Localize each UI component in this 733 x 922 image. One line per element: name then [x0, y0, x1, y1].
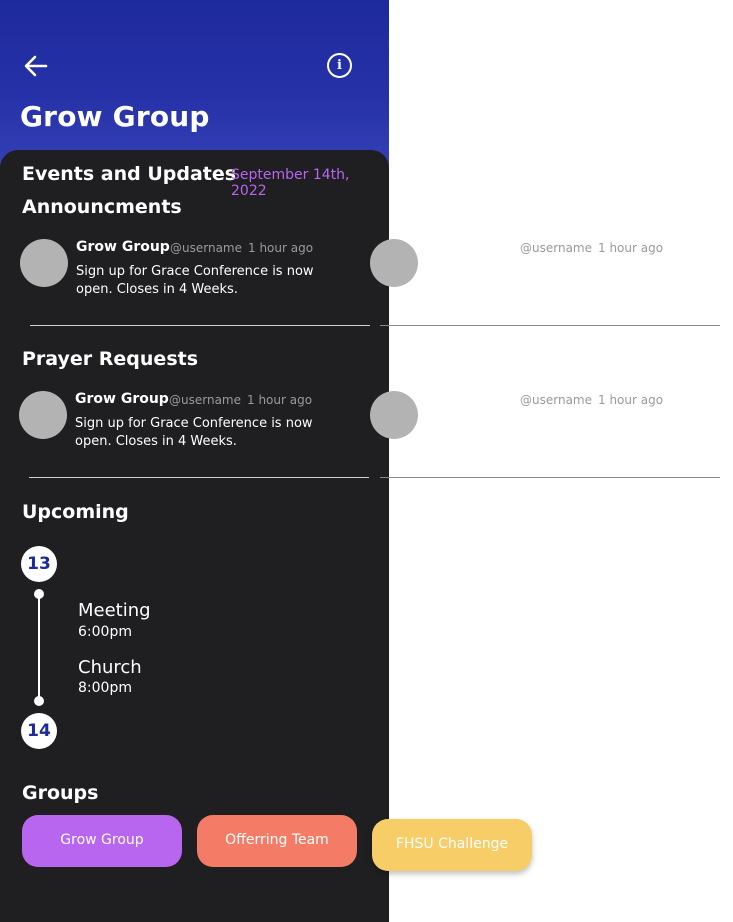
event-time: 6:00pm [78, 624, 132, 640]
info-icon: i [337, 58, 342, 73]
avatar [20, 239, 68, 287]
date-label: September 14th, 2022 [231, 167, 350, 199]
timeline-dot [34, 696, 44, 706]
avatar [370, 391, 418, 439]
prayer-heading: Prayer Requests [22, 348, 199, 370]
avatar [370, 239, 418, 287]
avatar [19, 391, 67, 439]
group-chip-fhsu-challenge[interactable]: FHSU Challenge [372, 819, 532, 871]
header-banner: i Grow Group [0, 0, 389, 170]
group-chip-grow-group[interactable]: Grow Group [22, 815, 182, 867]
start-day-badge[interactable]: 13 [21, 546, 57, 582]
group-chip-offerring-team[interactable]: Offerring Team [197, 815, 357, 867]
post-time: 1 hour ago [598, 393, 664, 407]
divider [29, 477, 369, 478]
divider [380, 477, 720, 478]
groups-heading: Groups [22, 782, 99, 804]
events-heading: Events and Updates [22, 163, 237, 185]
upcoming-heading: Upcoming [22, 501, 129, 523]
page-title: Grow Group [20, 100, 210, 133]
end-day-badge[interactable]: 14 [21, 713, 57, 749]
post-text: Sign up for Grace Conference is now open… [75, 416, 313, 449]
post-author: Grow Group [75, 391, 169, 407]
post-username: @username [520, 241, 592, 255]
post-username: @username [170, 241, 242, 255]
announcements-heading: Announcments [22, 196, 182, 218]
post-time: 1 hour ago [598, 241, 664, 255]
post-username: @username [169, 393, 241, 407]
divider [380, 325, 720, 326]
post-time: 1 hour ago [247, 393, 313, 407]
back-button[interactable] [22, 52, 50, 80]
post-author: Grow Group [76, 239, 170, 255]
main-panel: i Grow Group Events and Updates Septembe… [0, 0, 389, 922]
post-text: Sign up for Grace Conference is now open… [76, 264, 314, 297]
event-title: Meeting [78, 600, 151, 621]
divider [30, 325, 370, 326]
timeline-line [38, 594, 40, 701]
info-button[interactable]: i [327, 53, 352, 78]
event-title: Church [78, 657, 142, 678]
post-time: 1 hour ago [248, 241, 314, 255]
post-username: @username [520, 393, 592, 407]
arrow-left-icon [24, 55, 48, 77]
event-time: 8:00pm [78, 680, 132, 696]
